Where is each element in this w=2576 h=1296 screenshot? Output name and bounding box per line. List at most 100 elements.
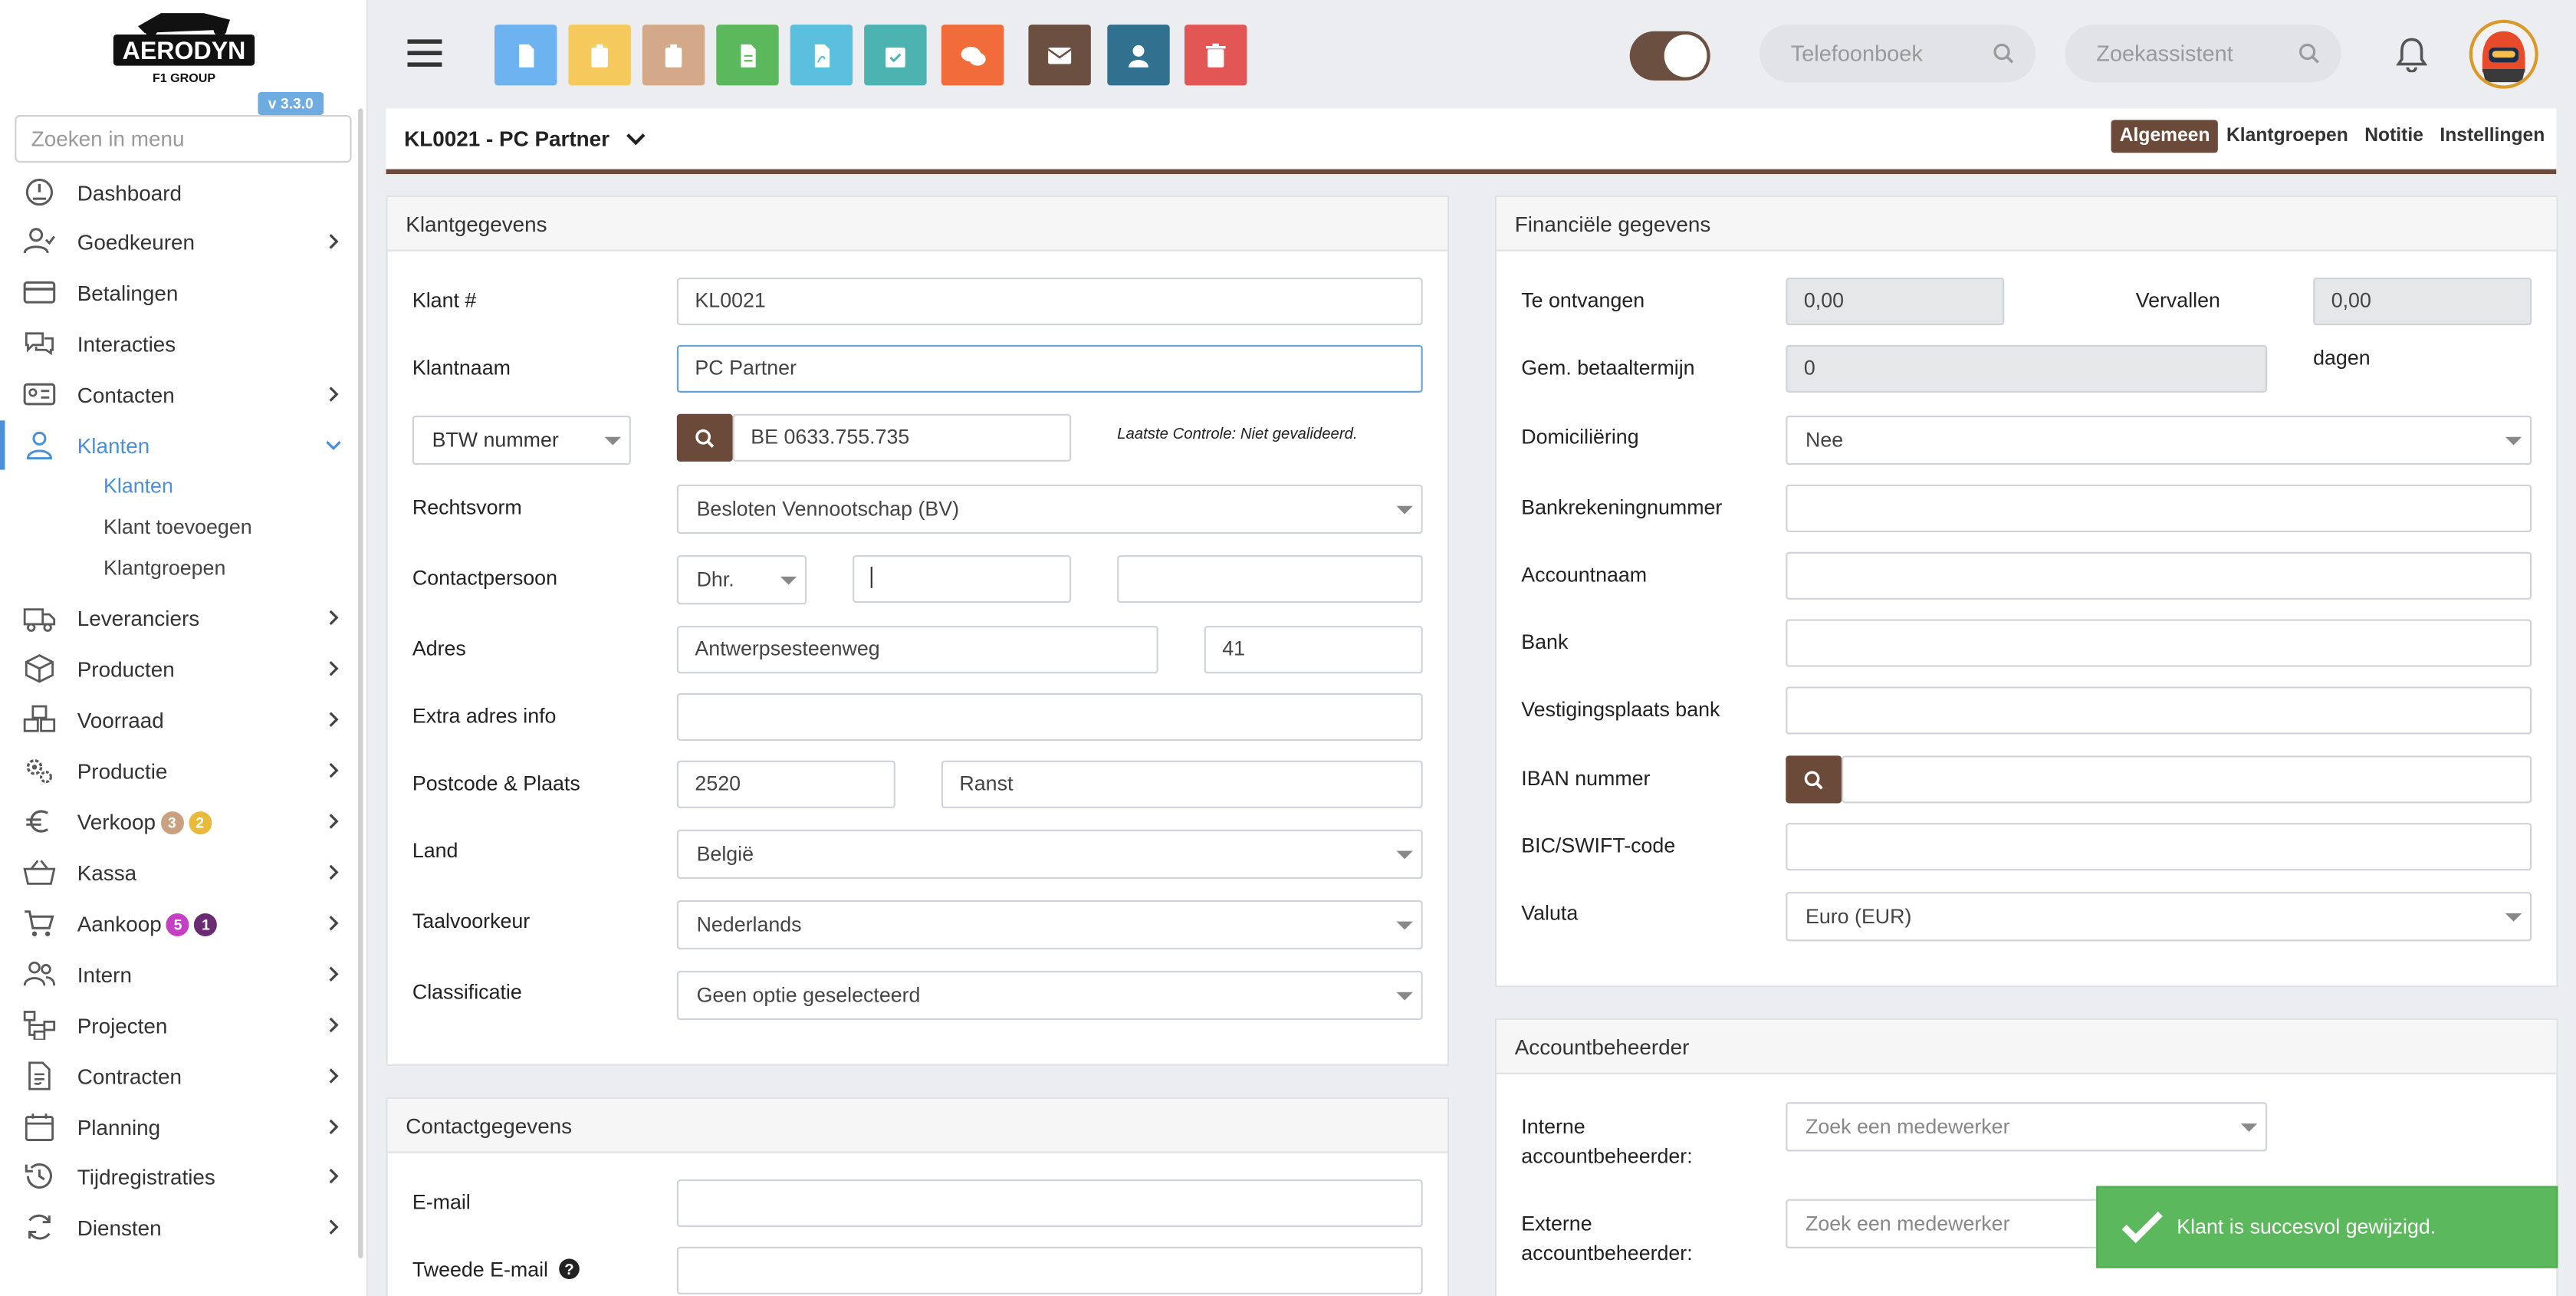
help-icon[interactable]: ? (559, 1258, 580, 1280)
accountnaam-field[interactable] (1786, 551, 2532, 600)
sidebar-item-voorraad[interactable]: Voorraad (0, 695, 358, 744)
externe-label-line2: accountbeheerder: (1521, 1242, 1693, 1265)
rechtsvorm-select[interactable]: Besloten Vennootschap (BV) (676, 484, 1423, 535)
chevron-down-icon[interactable] (626, 131, 646, 146)
sub-item-klantgroepen[interactable]: Klantgroepen (104, 557, 225, 580)
sidebar-item-label: Producten (77, 657, 175, 682)
land-select[interactable]: België (676, 829, 1423, 879)
sidebar-item-kassa[interactable]: Kassa (0, 847, 358, 896)
sidebar-item-text: Goedkeuren (77, 229, 196, 255)
vestigingsplaats-field[interactable] (1786, 686, 2532, 735)
interne-accountbeheerder-label: Interne accountbeheerder: (1521, 1112, 1692, 1171)
plaats-field[interactable]: Ranst (941, 760, 1423, 808)
taalvoorkeur-select[interactable]: Nederlands (676, 900, 1423, 950)
iban-search-button[interactable] (1786, 755, 1842, 804)
email2-field[interactable] (676, 1246, 1423, 1294)
huisnummer-field[interactable]: 41 (1204, 626, 1423, 674)
hamburger-menu-icon[interactable] (407, 36, 443, 69)
document-button[interactable] (495, 25, 557, 86)
document-icon (519, 43, 534, 67)
sidebar-item-producten[interactable]: Producten (0, 644, 358, 693)
sidebar-item-aankoop[interactable]: Aankoop 5 1 (0, 899, 358, 948)
aerodyn-logo[interactable]: AERODYN F1 GROUP (112, 3, 257, 85)
sidebar-item-interacties[interactable]: Interacties (0, 319, 358, 368)
sidebar-item-dashboard[interactable]: Dashboard (0, 167, 358, 216)
sidebar-item-text: Projecten (77, 1013, 168, 1038)
email-field[interactable] (676, 1179, 1423, 1228)
tab-klantgroepen[interactable]: Klantgroepen (2218, 120, 2356, 153)
klant-nr-field[interactable]: KL0021 (676, 277, 1423, 326)
contact-title-select[interactable]: Dhr. (676, 554, 807, 605)
bank-label: Bank (1521, 630, 1569, 654)
page-header: KL0021 - PC Partner Algemeen Klantgroepe… (386, 108, 2557, 175)
sidebar-item-leveranciers[interactable]: Leveranciers (0, 593, 358, 642)
bank-field[interactable] (1786, 619, 2532, 667)
bankrekening-field[interactable] (1786, 484, 2532, 533)
sidebar-item-label: Contacten (77, 383, 175, 407)
sidebar-item-intern[interactable]: Intern (0, 949, 358, 998)
straat-field[interactable]: Antwerpsesteenweg (676, 626, 1158, 674)
bell-icon[interactable] (2395, 36, 2428, 81)
sidebar-item-verkoop[interactable]: Verkoop 3 2 (0, 797, 358, 846)
btw-number-field[interactable]: BE 0633.755.735 (732, 413, 1072, 462)
sitemap-icon (23, 1011, 56, 1040)
bankrekening-label: Bankrekeningnummer (1521, 495, 1723, 519)
sidebar-item-planning[interactable]: Planning (0, 1102, 358, 1151)
calendar-check-button[interactable] (864, 25, 927, 86)
envelope-button[interactable] (1028, 25, 1091, 86)
chevron-right-icon (329, 762, 339, 778)
classificatie-select[interactable]: Geen optie geselecteerd (676, 970, 1423, 1021)
sidebar-item-klanten[interactable]: Klanten (0, 420, 358, 470)
user-avatar[interactable] (2469, 19, 2538, 89)
sub-item-klant-toevoegen[interactable]: Klant toevoegen (104, 516, 252, 539)
clipboard-button[interactable] (568, 25, 631, 86)
sidebar-item-projecten[interactable]: Projecten (0, 1000, 358, 1049)
bic-field[interactable] (1786, 823, 2532, 871)
pdf-button[interactable] (790, 25, 853, 86)
tab-notitie[interactable]: Notitie (2357, 120, 2432, 153)
extra-adres-field[interactable] (676, 692, 1423, 742)
sidebar-item-text: Klanten (77, 433, 150, 459)
mode-toggle[interactable] (1629, 31, 1710, 81)
dagen-label: dagen (2313, 346, 2371, 370)
domiciliering-select[interactable]: Nee (1786, 415, 2532, 465)
accountnaam-label: Accountnaam (1521, 563, 1648, 587)
clipboard-alt-button[interactable] (642, 25, 705, 86)
sidebar-item-text: Contacten (77, 383, 175, 408)
trash-button[interactable] (1184, 25, 1247, 86)
sidebar-item-contracten[interactable]: Contracten (0, 1051, 358, 1100)
assistant-search[interactable]: Zoekassistent (2065, 25, 2341, 83)
sidebar-scrollbar[interactable] (358, 108, 363, 1258)
spreadsheet-button[interactable] (716, 25, 779, 86)
btw-type-select[interactable]: BTW nummer (412, 415, 631, 465)
page-title[interactable]: KL0021 - PC Partner (404, 127, 645, 151)
sidebar-item-productie[interactable]: Productie (0, 745, 358, 794)
tab-algemeen[interactable]: Algemeen (2111, 120, 2219, 153)
classificatie-label: Classificatie (412, 980, 522, 1004)
chevron-right-icon (329, 966, 339, 982)
postcode-field[interactable]: 2520 (676, 760, 895, 808)
sidebar-item-diensten[interactable]: Diensten (0, 1202, 358, 1252)
interne-accountbeheerder-select[interactable]: Zoek een medewerker (1786, 1102, 2268, 1152)
sidebar-item-contacten[interactable]: Contacten (0, 370, 358, 419)
comments-button[interactable] (941, 25, 1004, 86)
user-button[interactable] (1107, 25, 1170, 86)
tab-instellingen[interactable]: Instellingen (2432, 120, 2553, 153)
chevron-right-icon (329, 712, 339, 727)
phonebook-search[interactable]: Telefoonboek (1760, 25, 2036, 83)
sidebar-item-label: Betalingen (77, 281, 179, 305)
contact-lastname-field[interactable] (1117, 554, 1423, 604)
success-toast[interactable]: Klant is succesvol gewijzigd. (2096, 1186, 2558, 1268)
btw-search-button[interactable] (676, 413, 733, 462)
contact-firstname-field[interactable] (853, 554, 1072, 604)
sidebar-item-betalingen[interactable]: Betalingen (0, 268, 358, 317)
valuta-select[interactable]: Euro (EUR) (1786, 892, 2532, 942)
sidebar-item-tijdregistraties[interactable]: Tijdregistraties (0, 1152, 358, 1201)
menu-search-input[interactable]: Zoeken in menu (15, 114, 352, 163)
user-icon (1129, 44, 1148, 67)
chevron-right-icon (329, 234, 339, 249)
sub-item-klanten[interactable]: Klanten (104, 475, 173, 498)
klantnaam-field[interactable]: PC Partner (676, 344, 1423, 393)
sidebar-item-goedkeuren[interactable]: Goedkeuren (0, 217, 358, 266)
iban-field[interactable] (1842, 755, 2532, 804)
